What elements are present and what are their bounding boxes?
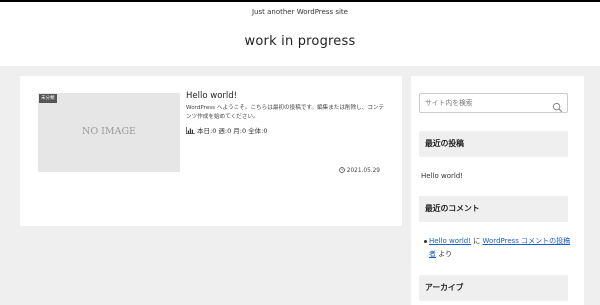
site-header: Just another WordPress site work in prog… — [0, 2, 600, 66]
category-badge[interactable]: 未分類 — [39, 94, 57, 103]
clock-icon — [338, 167, 345, 175]
post-thumbnail[interactable]: 未分類 NO IMAGE — [38, 93, 180, 172]
post-list: 未分類 NO IMAGE Hello world! WordPress へようこ… — [20, 76, 402, 226]
recent-comment-item: Hello world! に WordPress コメントの投稿者 より — [429, 235, 571, 261]
bar-chart-icon — [186, 126, 195, 134]
post-title[interactable]: Hello world! — [186, 91, 237, 101]
search-form — [419, 93, 568, 113]
post-stats-text: 本日:0 週:0 月:0 全体:0 — [197, 127, 268, 135]
search-input[interactable] — [420, 94, 550, 112]
recent-post-link[interactable]: Hello world! — [421, 172, 463, 180]
post-date-text: 2021.05.29 — [346, 168, 380, 174]
recent-posts-heading: 最近の投稿 — [419, 131, 568, 157]
post-date: 2021.05.29 — [338, 167, 380, 175]
search-icon[interactable] — [552, 98, 563, 113]
post-excerpt: WordPress へようこそ。こちらは最初の投稿です。編集または削除し、コンテ… — [186, 105, 385, 120]
no-image-placeholder: NO IMAGE — [82, 126, 136, 137]
comment-post-link[interactable]: Hello world! — [429, 237, 471, 245]
list-bullet — [424, 240, 427, 243]
site-title[interactable]: work in progress — [0, 34, 600, 49]
site-tagline: Just another WordPress site — [251, 8, 348, 16]
comment-on-text: に — [471, 237, 483, 245]
archives-heading: アーカイブ — [419, 275, 568, 301]
sidebar: 最近の投稿 Hello world! 最近のコメント Hello world! … — [411, 76, 584, 305]
recent-comments-heading: 最近のコメント — [419, 196, 568, 222]
comment-by-text: より — [436, 250, 453, 258]
post-stats: 本日:0 週:0 月:0 全体:0 — [186, 125, 268, 135]
